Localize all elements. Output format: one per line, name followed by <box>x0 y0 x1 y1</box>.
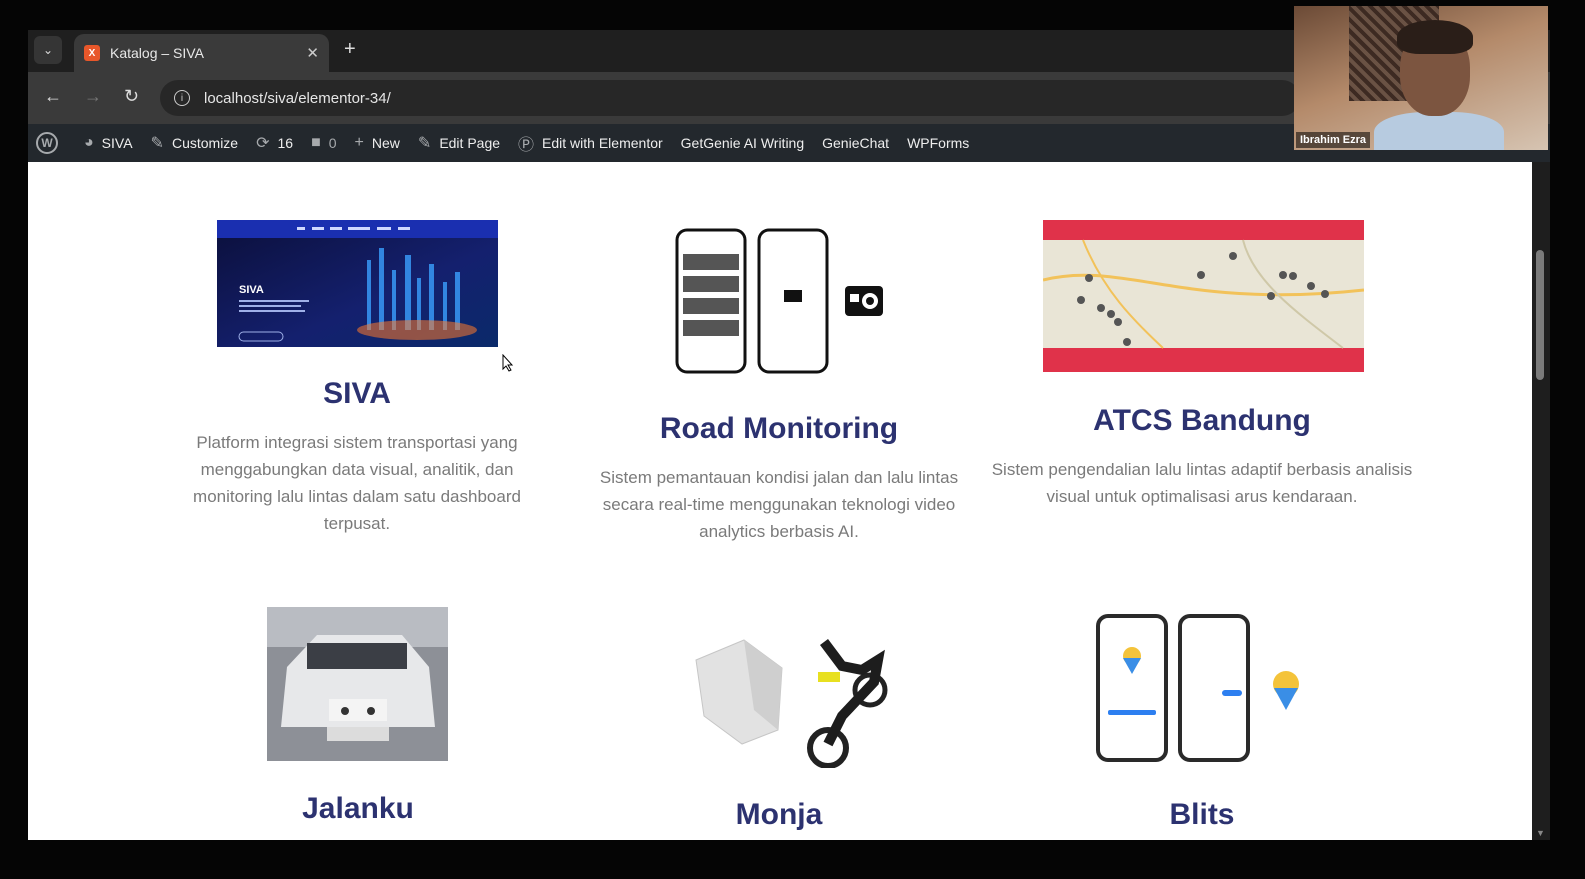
geniechat-link[interactable]: GenieChat <box>822 135 889 151</box>
webcam-person-hair <box>1397 20 1473 54</box>
site-name-menu[interactable]: ◕ SIVA <box>84 134 133 152</box>
wpforms-label: WPForms <box>907 135 970 151</box>
comments-link[interactable]: ■ 0 <box>311 134 336 152</box>
product-card-blits: Blits <box>1132 798 1272 832</box>
edit-page-label: Edit Page <box>439 135 501 151</box>
monja-device-motorcycle-image <box>695 639 888 768</box>
browser-tab-active[interactable]: X Katalog – SIVA ✕ <box>74 34 329 72</box>
wordpress-logo-icon: W <box>36 132 58 154</box>
wpforms-link[interactable]: WPForms <box>907 135 969 151</box>
new-tab-plus-icon[interactable]: + <box>344 38 356 61</box>
forward-arrow-icon[interactable]: → <box>84 86 102 107</box>
product-description: Sistem pengendalian lalu lintas adaptif … <box>991 460 1413 506</box>
jalanku-car-photo-image <box>267 607 448 761</box>
plus-icon: + <box>354 134 364 151</box>
product-title[interactable]: Road Monitoring <box>584 412 974 446</box>
product-title[interactable]: Jalanku <box>268 792 448 826</box>
site-info-icon[interactable]: i <box>174 90 190 106</box>
atcs-map-screenshot-image <box>1043 220 1364 372</box>
customize-label: Customize <box>171 135 239 151</box>
product-title[interactable]: Monja <box>673 798 885 832</box>
road-monitoring-phones-image <box>675 228 883 374</box>
product-card-road-monitoring: Road Monitoring Sistem pemantauan kondis… <box>584 412 974 545</box>
scroll-down-arrow-icon[interactable]: ▼ <box>1536 828 1545 838</box>
product-card-atcs-bandung: ATCS Bandung Sistem pengendalian lalu li… <box>988 404 1416 510</box>
siva-shot-label: SIVA <box>239 284 264 296</box>
wp-logo-menu[interactable]: W <box>36 132 66 154</box>
tab-close-icon[interactable]: ✕ <box>306 44 319 62</box>
geniechat-label: GenieChat <box>822 135 890 151</box>
back-arrow-icon[interactable]: ← <box>44 86 62 107</box>
product-title[interactable]: SIVA <box>168 377 546 411</box>
tab-list-chevron-icon[interactable]: ⌄ <box>34 36 62 64</box>
product-title[interactable]: Blits <box>1132 798 1272 832</box>
updates-icon: ⟳ <box>256 135 270 152</box>
address-bar[interactable]: i localhost/siva/elementor-34/ <box>160 80 1300 116</box>
elementor-icon: Ⓟ <box>518 137 535 154</box>
customize-link[interactable]: ✎ Customize <box>151 133 239 153</box>
edit-with-elementor-link[interactable]: Ⓟ Edit with Elementor <box>518 131 663 155</box>
edit-elementor-label: Edit with Elementor <box>542 135 663 151</box>
new-content-menu[interactable]: + New <box>355 134 400 152</box>
new-label: New <box>371 135 400 151</box>
edit-page-link[interactable]: ✎ Edit Page <box>418 133 500 153</box>
pencil-icon: ✎ <box>417 135 432 152</box>
mouse-cursor-icon <box>502 354 514 372</box>
getgenie-label: GetGenie AI Writing <box>680 135 805 151</box>
getgenie-link[interactable]: GetGenie AI Writing <box>681 135 804 151</box>
url-text: localhost/siva/elementor-34/ <box>204 89 391 107</box>
product-card-monja: Monja <box>673 798 885 832</box>
xampp-favicon-icon: X <box>84 45 100 61</box>
catalog-page: SIVA SIVA Platform integrasi sistem tran… <box>28 162 1532 840</box>
page-scrollbar[interactable]: ▼ <box>1532 162 1550 840</box>
product-description: Sistem pemantauan kondisi jalan dan lalu… <box>599 468 959 541</box>
siva-screenshot-image: SIVA <box>217 220 498 347</box>
webcam-video-tile: Ibrahim Ezra <box>1294 6 1548 150</box>
reload-icon[interactable]: ↻ <box>124 86 139 107</box>
brush-icon: ✎ <box>150 135 164 152</box>
updates-link[interactable]: ⟳ 16 <box>256 133 293 153</box>
webcam-person-body <box>1374 112 1504 150</box>
product-card-siva: SIVA Platform integrasi sistem transport… <box>168 377 546 537</box>
site-name-label: SIVA <box>101 135 133 151</box>
dashboard-gauge-icon: ◕ <box>84 134 94 151</box>
scrollbar-thumb[interactable] <box>1536 250 1544 380</box>
comments-count: 0 <box>328 135 337 151</box>
product-description: Platform integrasi sistem transportasi y… <box>193 433 521 533</box>
blits-app-phones-image <box>1096 614 1299 762</box>
screen: ⌄ X Katalog – SIVA ✕ + ← → ↻ i localhost… <box>0 0 1585 879</box>
participant-name: Ibrahim Ezra <box>1296 132 1371 148</box>
product-title[interactable]: ATCS Bandung <box>988 404 1416 438</box>
comment-bubble-icon: ■ <box>311 134 321 151</box>
tab-title: Katalog – SIVA <box>110 45 204 61</box>
product-card-jalanku: Jalanku <box>268 792 448 826</box>
updates-count: 16 <box>277 135 294 151</box>
